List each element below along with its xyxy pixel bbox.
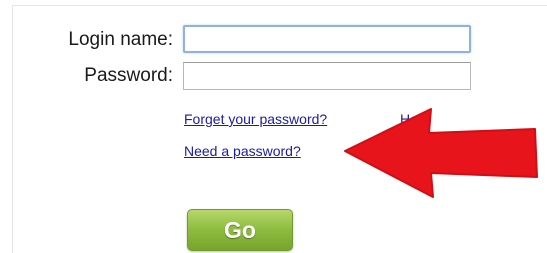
login-name-input[interactable] [183, 25, 471, 53]
forgot-password-link[interactable]: Forget your password? [184, 111, 327, 127]
login-form-panel: Login name: Password: Forget your passwo… [12, 5, 547, 253]
need-password-link[interactable]: Need a password? [184, 143, 301, 159]
password-input[interactable] [183, 62, 471, 90]
login-name-label: Login name: [68, 29, 173, 50]
password-label: Password: [84, 65, 173, 86]
go-button[interactable]: Go [187, 209, 293, 251]
red-arrow-left-icon [344, 108, 538, 198]
